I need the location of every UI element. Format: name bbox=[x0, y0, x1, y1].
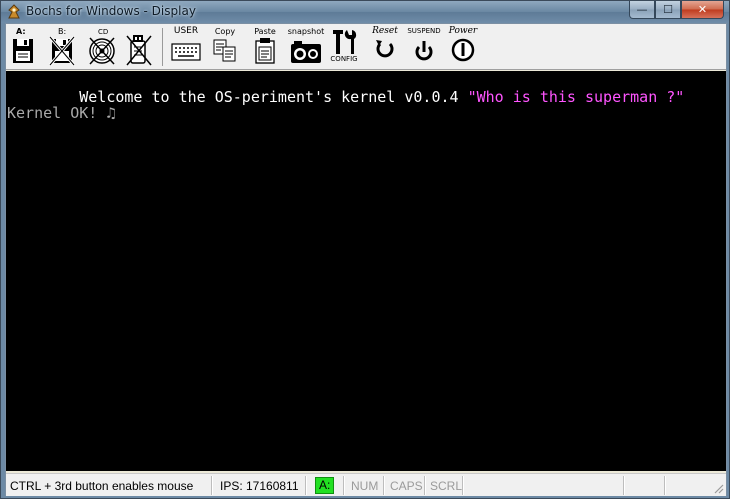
maximize-button[interactable]: ☐ bbox=[655, 1, 681, 19]
cdrom-button[interactable]: CD bbox=[87, 27, 117, 67]
copy-label: Copy bbox=[214, 27, 236, 36]
ips-counter: IPS: 17160811 bbox=[220, 479, 299, 493]
title-bar[interactable]: Bochs for Windows - Display — ☐ ✕ bbox=[1, 1, 729, 23]
status-separator bbox=[664, 476, 665, 495]
status-bar: CTRL + 3rd button enables mouse IPS: 171… bbox=[6, 473, 726, 496]
status-separator bbox=[211, 476, 212, 495]
drive-a-led: A: bbox=[315, 477, 335, 494]
client-area: A: B: CD USER Copy Paste snapshot CONFIG… bbox=[5, 23, 727, 496]
emulator-display[interactable]: Welcome to the OS-periment's kernel v0.0… bbox=[6, 71, 726, 471]
bochs-window: Bochs for Windows - Display — ☐ ✕ A: B: … bbox=[0, 0, 730, 499]
resize-grip-icon[interactable] bbox=[712, 482, 724, 494]
reset-button[interactable]: Reset bbox=[368, 27, 402, 67]
power-icon bbox=[451, 38, 475, 62]
copy-button[interactable]: Copy bbox=[210, 27, 240, 67]
user-button[interactable]: USER bbox=[169, 27, 203, 67]
tools-icon bbox=[333, 30, 357, 54]
num-lock-indicator: NUM bbox=[351, 479, 379, 493]
toolbar-separator bbox=[162, 28, 163, 66]
snapshot-label: snapshot bbox=[287, 27, 325, 36]
scroll-lock-indicator: SCRL bbox=[430, 479, 463, 493]
floppy-b-button[interactable]: B: bbox=[48, 27, 76, 67]
minimize-button[interactable]: — bbox=[629, 1, 655, 19]
usb-device-button[interactable] bbox=[124, 27, 154, 67]
reset-label: Reset bbox=[372, 26, 398, 36]
floppy-a-button[interactable]: A: bbox=[10, 27, 36, 67]
config-label: CONFIG bbox=[330, 55, 358, 63]
snapshot-button[interactable]: snapshot bbox=[287, 27, 325, 67]
kernel-status-text: Kernel OK! ♫ bbox=[7, 104, 116, 122]
camera-icon bbox=[291, 41, 321, 63]
paste-button[interactable]: Paste bbox=[250, 27, 280, 67]
bochs-app-icon[interactable] bbox=[6, 4, 22, 20]
caps-lock-indicator: CAPS bbox=[390, 479, 423, 493]
user-label: USER bbox=[173, 26, 199, 36]
status-separator bbox=[462, 476, 463, 495]
status-separator bbox=[343, 476, 344, 495]
usb-device-disabled-icon bbox=[126, 35, 152, 66]
power-label: Power bbox=[448, 26, 478, 36]
paste-label: Paste bbox=[254, 27, 276, 36]
close-button[interactable]: ✕ bbox=[681, 1, 724, 19]
status-separator bbox=[623, 476, 624, 495]
window-title: Bochs for Windows - Display bbox=[26, 4, 196, 18]
power-button[interactable]: Power bbox=[445, 27, 481, 67]
status-separator bbox=[383, 476, 384, 495]
window-controls: — ☐ ✕ bbox=[629, 1, 724, 19]
mouse-hint: CTRL + 3rd button enables mouse bbox=[10, 479, 194, 493]
cdrom-label: CD bbox=[98, 28, 109, 36]
copy-icon bbox=[213, 39, 236, 62]
config-button[interactable]: CONFIG bbox=[329, 27, 359, 67]
floppy-b-label: B: bbox=[58, 27, 67, 36]
status-separator bbox=[305, 476, 306, 495]
quote-text: "Who is this superman ?" bbox=[467, 88, 685, 106]
keyboard-icon bbox=[171, 43, 201, 61]
toolbar: A: B: CD USER Copy Paste snapshot CONFIG… bbox=[6, 24, 726, 70]
suspend-label: SUSPEND bbox=[407, 27, 441, 35]
floppy-a-label: A: bbox=[16, 27, 26, 36]
status-separator bbox=[424, 476, 425, 495]
clipboard-icon bbox=[255, 38, 275, 64]
welcome-text: Welcome to the OS-periment's kernel v0.0… bbox=[79, 88, 468, 106]
suspend-button[interactable]: SUSPEND bbox=[406, 27, 442, 67]
suspend-icon bbox=[415, 41, 433, 61]
reset-icon bbox=[376, 40, 394, 58]
